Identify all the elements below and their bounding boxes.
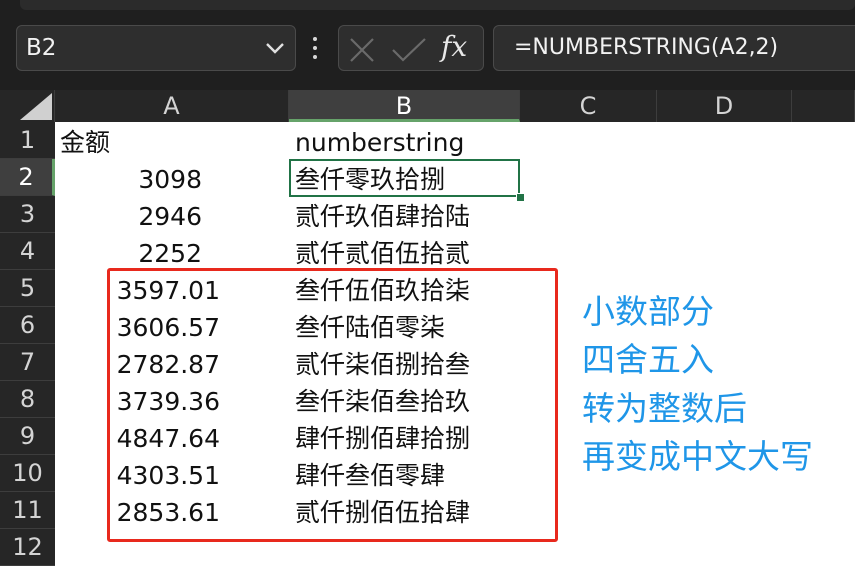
column-header-a[interactable]: A (55, 90, 289, 122)
cell-a2[interactable]: 3098 (100, 161, 202, 198)
row-header[interactable]: 1 (0, 122, 55, 159)
formula-text: =NUMBERSTRING(A2,2) (514, 35, 779, 60)
column-header-c[interactable]: C (520, 90, 657, 122)
cell-a3[interactable]: 2946 (100, 198, 202, 235)
annotation-line: 小数部分 (582, 292, 714, 331)
formula-bar-area: B2 fx =NUMBERSTRING(A2,2) (0, 0, 855, 90)
row-header[interactable]: 10 (0, 455, 55, 492)
name-box[interactable]: B2 (16, 25, 296, 71)
chevron-down-icon[interactable] (264, 40, 286, 56)
cell-b1[interactable]: numberstring (295, 124, 464, 161)
column-header-e[interactable] (792, 90, 855, 122)
more-options-icon[interactable] (310, 36, 320, 62)
row-header[interactable]: 3 (0, 196, 55, 233)
formula-input[interactable]: =NUMBERSTRING(A2,2) (493, 25, 855, 71)
name-box-value: B2 (26, 35, 57, 61)
highlight-box (107, 268, 558, 542)
formula-buttons: fx (338, 25, 484, 71)
cell-b3[interactable]: 贰仟玖佰肆拾陆 (295, 198, 470, 235)
row-header[interactable]: 4 (0, 233, 55, 270)
row-header[interactable]: 2 (0, 159, 55, 196)
annotation-line: 四舍五入 (582, 340, 714, 379)
select-all-icon (20, 93, 52, 120)
column-header-b[interactable]: B (289, 90, 520, 122)
annotation-line: 再变成中文大写 (582, 437, 813, 476)
row-header[interactable]: 9 (0, 418, 55, 455)
ribbon-edge (20, 0, 855, 10)
enter-check-icon[interactable] (391, 37, 427, 63)
row-header[interactable]: 12 (0, 529, 55, 566)
row-header[interactable]: 7 (0, 344, 55, 381)
row-header[interactable]: 8 (0, 381, 55, 418)
active-cell-border (289, 159, 520, 197)
cell-a1[interactable]: 金额 (60, 124, 110, 161)
cancel-icon[interactable] (349, 37, 375, 63)
column-header-d[interactable]: D (657, 90, 792, 122)
insert-function-button[interactable]: fx (441, 30, 467, 63)
fill-handle[interactable] (516, 193, 525, 202)
row-header[interactable]: 5 (0, 270, 55, 307)
row-header[interactable]: 6 (0, 307, 55, 344)
select-all-button[interactable] (0, 90, 55, 122)
cell-a4[interactable]: 2252 (100, 235, 202, 272)
annotation-line: 转为整数后 (582, 389, 747, 428)
cell-b4[interactable]: 贰仟贰佰伍拾贰 (295, 235, 470, 272)
row-header[interactable]: 11 (0, 492, 55, 529)
